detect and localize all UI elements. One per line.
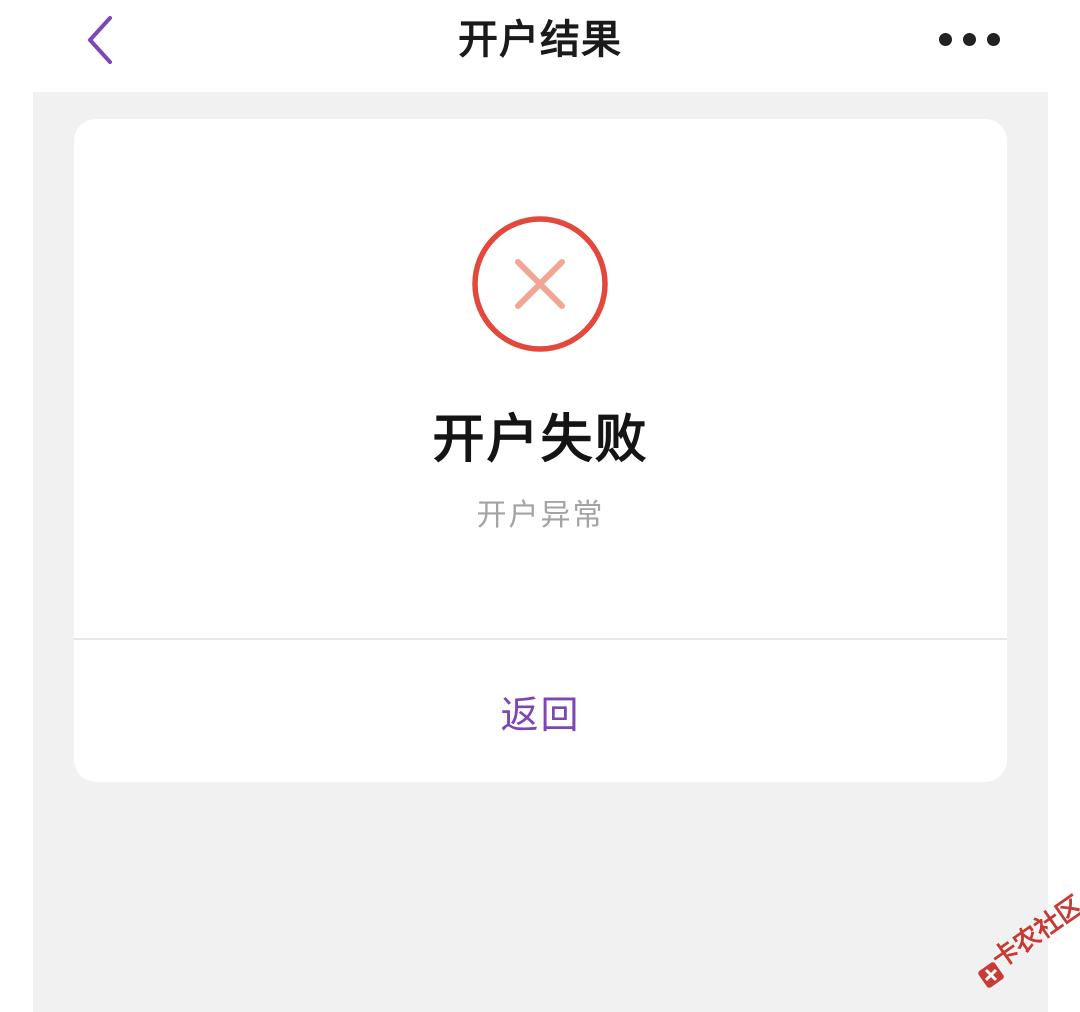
- more-horizontal-icon: [938, 32, 952, 46]
- page-title: 开户结果: [458, 17, 622, 63]
- return-button[interactable]: 返回: [74, 640, 1007, 782]
- result-title: 开户失败: [432, 410, 649, 470]
- error-circle-x-icon: [472, 216, 608, 352]
- watermark: 卡农社区: [972, 891, 1080, 1000]
- more-horizontal-icon-dot: [962, 32, 976, 46]
- result-card: 开户失败 开户异常 返回: [74, 119, 1007, 782]
- more-options-button[interactable]: [930, 14, 1008, 64]
- result-description: 开户异常: [476, 498, 605, 533]
- more-horizontal-icon-dot: [986, 32, 1000, 46]
- navigation-bar: 开户结果: [0, 0, 1080, 92]
